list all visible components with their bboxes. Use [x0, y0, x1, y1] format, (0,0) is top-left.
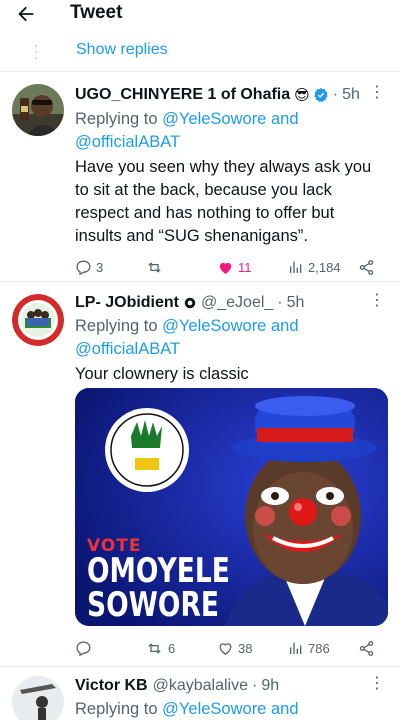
- separator-dot: ·: [277, 294, 283, 311]
- retweet-icon: [148, 642, 161, 654]
- mention-link[interactable]: @YeleSowore: [162, 700, 266, 718]
- reply-count: 3: [96, 259, 104, 275]
- retweet-count: 6: [168, 640, 176, 656]
- top-bar: Tweet: [0, 0, 400, 30]
- mention-link[interactable]: @YeleSowore: [162, 110, 266, 128]
- sunglasses-emoji-icon: 😎: [294, 87, 310, 104]
- divider: [0, 281, 400, 282]
- share-button[interactable]: [358, 640, 379, 657]
- tweet-text-line: to sit at the back, because you lack: [75, 181, 332, 199]
- share-icon: [359, 640, 374, 656]
- reply-button[interactable]: [75, 640, 96, 657]
- tweet-text: Your clownery is classic: [75, 363, 249, 386]
- tweet-actions: 6 38 786: [75, 637, 375, 659]
- avatar[interactable]: [12, 84, 64, 136]
- more-options-icon[interactable]: ⋮: [368, 290, 386, 312]
- mention-and[interactable]: and: [271, 317, 299, 335]
- display-name[interactable]: UGO_CHINYERE 1 of Ohafia: [75, 86, 290, 104]
- avatar[interactable]: [12, 294, 64, 346]
- display-name[interactable]: LP- JObidient: [75, 294, 179, 312]
- replying-to-label: Replying to: [75, 110, 158, 128]
- like-count: 11: [238, 259, 252, 275]
- timestamp[interactable]: 5h: [342, 86, 360, 104]
- tweet-text: Have you seen why they always ask you to…: [75, 156, 371, 248]
- replying-to-label: Replying to: [75, 317, 158, 335]
- like-count: 38: [238, 640, 253, 656]
- share-icon: [359, 259, 374, 275]
- tweet-text-line: insults and “SUG shenanigans”.: [75, 227, 308, 245]
- like-button[interactable]: 11: [217, 259, 252, 276]
- gear-badge-icon: [183, 296, 197, 310]
- replying-to-line: Replying to @YeleSowore and @officialABA…: [75, 108, 299, 154]
- replying-to-label: Replying to: [75, 700, 158, 718]
- share-button[interactable]: [358, 259, 379, 276]
- candidate-first-name: OMOYELE: [87, 551, 230, 591]
- user-handle[interactable]: @_eJoel_: [201, 294, 273, 312]
- mention-link[interactable]: @YeleSowore: [162, 317, 266, 335]
- tweet[interactable]: Victor KB @kaybalalive · 9h ⋮ Replying t…: [0, 672, 400, 720]
- tweet-text-line: Your clownery is classic: [75, 365, 249, 383]
- tweet-text-line: respect and has nothing to offer but: [75, 204, 335, 222]
- more-options-icon[interactable]: ⋮: [368, 82, 386, 104]
- like-button[interactable]: 38: [217, 640, 252, 657]
- replying-to-line: Replying to @YeleSowore and @officialABA…: [75, 315, 299, 361]
- divider: [0, 71, 400, 72]
- tweet-text-line: Have you seen why they always ask you: [75, 158, 372, 176]
- tweet[interactable]: LP- JObidient @_eJoel_ · 5h ⋮ Replying t…: [0, 289, 400, 659]
- timestamp[interactable]: 9h: [261, 677, 279, 695]
- show-replies-row[interactable]: · · · Show replies: [0, 36, 400, 66]
- candidate-last-name: SOWORE: [87, 585, 219, 625]
- heart-filled-icon: [219, 262, 232, 274]
- retweet-button[interactable]: [145, 259, 168, 276]
- thread-dots-icon: · · ·: [34, 37, 39, 65]
- user-handle[interactable]: @kaybalalive: [153, 677, 248, 695]
- view-count: 2,184: [308, 259, 341, 275]
- divider: [0, 666, 400, 667]
- mention-link[interactable]: @officialABAT: [75, 133, 180, 151]
- page-title: Tweet: [70, 2, 123, 23]
- view-count: 786: [308, 640, 330, 656]
- views-chart-icon: [290, 642, 302, 654]
- views-chart-icon: [290, 261, 302, 273]
- verified-badge-icon: [313, 87, 329, 103]
- reply-icon: [76, 640, 91, 656]
- separator-dot: ·: [332, 86, 339, 103]
- display-name[interactable]: Victor KB: [75, 677, 148, 695]
- timestamp[interactable]: 5h: [287, 294, 305, 312]
- replying-to-line: Replying to @YeleSowore and: [75, 698, 299, 720]
- more-options-icon[interactable]: ⋮: [368, 673, 386, 695]
- separator-dot: ·: [252, 677, 258, 694]
- show-replies-link[interactable]: Show replies: [76, 41, 168, 59]
- views-button[interactable]: 786: [288, 640, 330, 656]
- tweet[interactable]: UGO_CHINYERE 1 of Ohafia 😎 · 5h ⋮ Replyi…: [0, 78, 400, 278]
- views-button[interactable]: 2,184: [288, 259, 341, 275]
- reply-button[interactable]: 3: [75, 259, 103, 276]
- mention-and[interactable]: and: [271, 110, 299, 128]
- tweet-image[interactable]: VOTE OMOYELE SOWORE: [75, 388, 388, 626]
- avatar[interactable]: [12, 676, 64, 720]
- reply-icon: [76, 259, 91, 275]
- retweet-button[interactable]: 6: [145, 640, 175, 657]
- heart-icon: [219, 642, 232, 655]
- tweet-actions: 3 11 2,184: [75, 256, 375, 278]
- mention-and[interactable]: and: [271, 700, 299, 718]
- arrow-left-icon[interactable]: [12, 2, 40, 26]
- mention-link[interactable]: @officialABAT: [75, 340, 180, 358]
- retweet-icon: [148, 261, 161, 273]
